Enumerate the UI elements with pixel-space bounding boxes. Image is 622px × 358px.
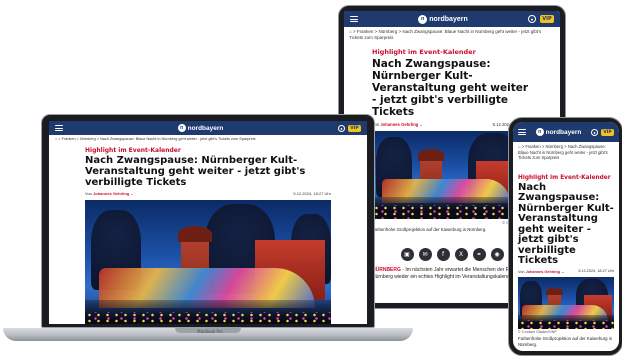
user-icon[interactable]: ●	[527, 15, 536, 23]
article-headline: Nach Zwangspause: Nürnberger Kult-Verans…	[372, 58, 529, 118]
brand-mark-icon: n	[177, 124, 186, 132]
article-date: 5.12.2024, 18:27 Uhr	[578, 268, 614, 273]
chevron-down-icon[interactable]: ⌄	[561, 270, 564, 274]
article-kicker: Highlight im Event-Kalender	[518, 174, 611, 181]
user-icon[interactable]: ●	[337, 124, 345, 132]
byline-prefix: Von	[85, 191, 92, 196]
user-icon[interactable]: ●	[590, 128, 598, 136]
brand-name: nordbayern	[187, 124, 224, 132]
breadcrumb: ⌂ > Franken > Nürnberg > Nach Zwangspaus…	[349, 29, 542, 40]
article-photo[interactable]	[372, 131, 520, 219]
brand-name: nordbayern	[429, 15, 468, 23]
link-icon[interactable]: ⚭	[472, 248, 486, 261]
home-icon[interactable]: ⌂	[349, 29, 352, 34]
home-icon[interactable]: ⌂	[55, 137, 57, 141]
brand-logo[interactable]: n nordbayern	[535, 128, 582, 136]
laptop-screen: n nordbayern ● VIP ⌂ > Franken > Nürnber…	[49, 121, 367, 324]
author-link[interactable]: Johannes Gehrling	[380, 122, 418, 127]
menu-icon[interactable]	[350, 16, 358, 22]
mail-icon[interactable]: ✉	[418, 248, 432, 261]
photo-credit: © Contact Gladev/VNP	[518, 329, 557, 334]
comment-icon[interactable]: ▣	[400, 248, 414, 261]
article: Highlight im Event-Kalender Nach Zwangsp…	[49, 147, 367, 324]
chevron-down-icon[interactable]: ⌄	[130, 191, 133, 196]
author-link[interactable]: Johannes Gehrling	[526, 270, 560, 274]
device-mockup-stage: n nordbayern ● VIP ⌂ > Franken > Nürnber…	[0, 0, 622, 358]
article-photo[interactable]	[85, 200, 331, 324]
breadcrumb-item[interactable]: Nürnberg	[379, 29, 398, 34]
byline: Von Johannes Gehrling ⌄ 5.12.2024, 18:27…	[518, 269, 614, 274]
author-link[interactable]: Johannes Gehrling	[93, 191, 129, 196]
vip-badge[interactable]: VIP	[347, 124, 361, 132]
article-headline: Nach Zwangspause: Nürnberger Kult-Verans…	[518, 181, 614, 266]
byline-prefix: Von	[518, 269, 525, 274]
brand-logo[interactable]: n nordbayern	[418, 14, 468, 24]
photo-credit: © Contact	[502, 220, 520, 225]
article: Highlight im Event-Kalender Nach Zwangsp…	[513, 175, 619, 348]
breadcrumb-item[interactable]: Franken	[357, 29, 374, 34]
laptop-label: MacBook Pro	[197, 329, 223, 334]
phone-screen: n nordbayern ● VIP ⌂ > Franken > Nürnber…	[513, 122, 619, 351]
article-photo[interactable]	[518, 276, 614, 329]
brand-mark-icon: n	[535, 128, 544, 136]
breadcrumb-item[interactable]: Nach Zwangspause: Blaue Nacht in Nürnber…	[100, 137, 255, 141]
article-kicker: Highlight im Event-Kalender	[85, 147, 181, 154]
facebook-icon[interactable]: f	[436, 248, 450, 261]
vip-badge[interactable]: VIP	[539, 15, 554, 23]
breadcrumb: ⌂ > Franken > Nürnberg > Nach Zwangspaus…	[518, 144, 608, 160]
breadcrumb: ⌂ > Franken > Nürnberg > Nach Zwangspaus…	[55, 137, 256, 141]
menu-icon[interactable]	[518, 129, 526, 135]
site-header: n nordbayern ● VIP	[513, 122, 619, 142]
breadcrumb-item[interactable]: Nürnberg	[80, 137, 96, 141]
brand-name: nordbayern	[545, 128, 582, 136]
chevron-down-icon[interactable]: ⌄	[420, 122, 424, 127]
brand-mark-icon: n	[418, 14, 428, 24]
article-kicker: Highlight im Event-Kalender	[372, 48, 476, 56]
menu-icon[interactable]	[55, 125, 63, 131]
breadcrumb-item[interactable]: Franken	[62, 137, 76, 141]
article-headline: Nach Zwangspause: Nürnberger Kult-Verans…	[85, 155, 306, 188]
article-date: 5.12.2024, 18:27 Uhr	[293, 191, 331, 196]
vip-badge[interactable]: VIP	[600, 128, 614, 136]
byline: Von Johannes Gehrling ⌄ 5.12.2024, 18:27…	[85, 191, 331, 196]
site-header: n nordbayern ● VIP	[344, 11, 560, 27]
photo-caption: Farbenfrohe Großprojektion auf der Kaise…	[518, 335, 613, 347]
teaser-lead: NÜRNBERG	[372, 267, 401, 273]
home-icon[interactable]: ⌂	[518, 144, 521, 149]
breadcrumb-item[interactable]: Franken	[525, 144, 540, 149]
x-icon[interactable]: X	[454, 248, 468, 261]
site-header: n nordbayern ● VIP	[49, 121, 367, 135]
breadcrumb-item[interactable]: Nürnberg	[545, 144, 562, 149]
whatsapp-icon[interactable]: ◉	[490, 248, 504, 261]
brand-logo[interactable]: n nordbayern	[177, 124, 224, 132]
